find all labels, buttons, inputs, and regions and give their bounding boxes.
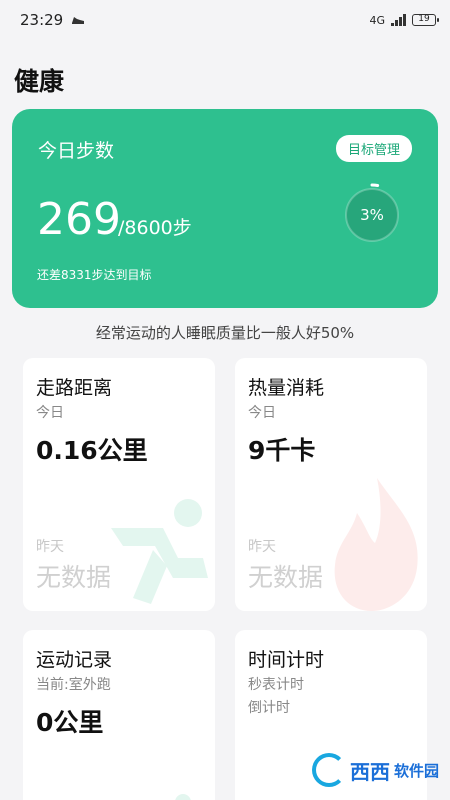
- progress-label: 3%: [360, 206, 384, 224]
- walking-today-value: 0.16公里: [36, 436, 148, 465]
- records-title: 运动记录: [36, 649, 113, 671]
- exercise-record-card[interactable]: 运动记录 当前:室外跑 0公里: [23, 630, 215, 800]
- calories-today-label: 今日: [248, 405, 276, 421]
- network-type: 4G: [369, 13, 385, 27]
- running-icon: [111, 499, 208, 604]
- countdown-option[interactable]: 倒计时: [248, 697, 304, 720]
- steps-remaining: 还差8331步达到目标: [37, 268, 152, 282]
- walking-today-label: 今日: [36, 405, 64, 421]
- flame-icon: [334, 478, 418, 611]
- steps-count: 269: [37, 194, 121, 245]
- timer-title: 时间计时: [248, 649, 325, 671]
- walking-title: 走路距离: [36, 377, 113, 399]
- page-title: 健康: [14, 67, 65, 96]
- calories-card[interactable]: 热量消耗 今日 9千卡 昨天 无数据: [235, 358, 427, 611]
- health-tip: 经常运动的人睡眠质量比一般人好50%: [95, 324, 355, 342]
- shoe-icon: [72, 17, 85, 24]
- watermark-text: 西西: [350, 759, 390, 784]
- steps-goal: /8600步: [118, 217, 192, 239]
- records-current-label: 当前:室外跑: [36, 677, 111, 693]
- status-right: 4G 19: [369, 13, 439, 27]
- goal-management-button[interactable]: 目标管理: [335, 135, 412, 162]
- calories-yesterday-label: 昨天: [248, 539, 276, 555]
- steps-card[interactable]: 今日步数 目标管理 269 /8600步 还差8331步达到目标 3%: [12, 109, 438, 308]
- battery-level: 19: [418, 14, 430, 24]
- running-icon: [175, 794, 191, 800]
- calories-today-value: 9千卡: [248, 436, 316, 465]
- steps-title: 今日步数: [38, 140, 115, 162]
- watermark-c-icon: [312, 753, 346, 787]
- status-time: 23:29: [20, 11, 64, 29]
- walking-yesterday-value: 无数据: [36, 563, 112, 592]
- walking-yesterday-label: 昨天: [36, 539, 64, 555]
- signal-icon: [391, 14, 406, 26]
- calories-yesterday-value: 无数据: [248, 563, 324, 592]
- battery-icon: 19: [412, 14, 439, 26]
- status-bar: 23:29 4G 19: [0, 0, 450, 40]
- walking-distance-card[interactable]: 走路距离 今日 0.16公里 昨天 无数据: [23, 358, 215, 611]
- timer-options: 秒表计时 倒计时: [248, 674, 304, 720]
- status-left: 23:29: [20, 11, 85, 29]
- records-value: 0公里: [36, 708, 104, 737]
- watermark-logo: 西西 软件园: [312, 748, 442, 792]
- watermark-subtext: 软件园: [394, 761, 440, 780]
- stopwatch-option[interactable]: 秒表计时: [248, 674, 304, 697]
- calories-title: 热量消耗: [248, 377, 325, 399]
